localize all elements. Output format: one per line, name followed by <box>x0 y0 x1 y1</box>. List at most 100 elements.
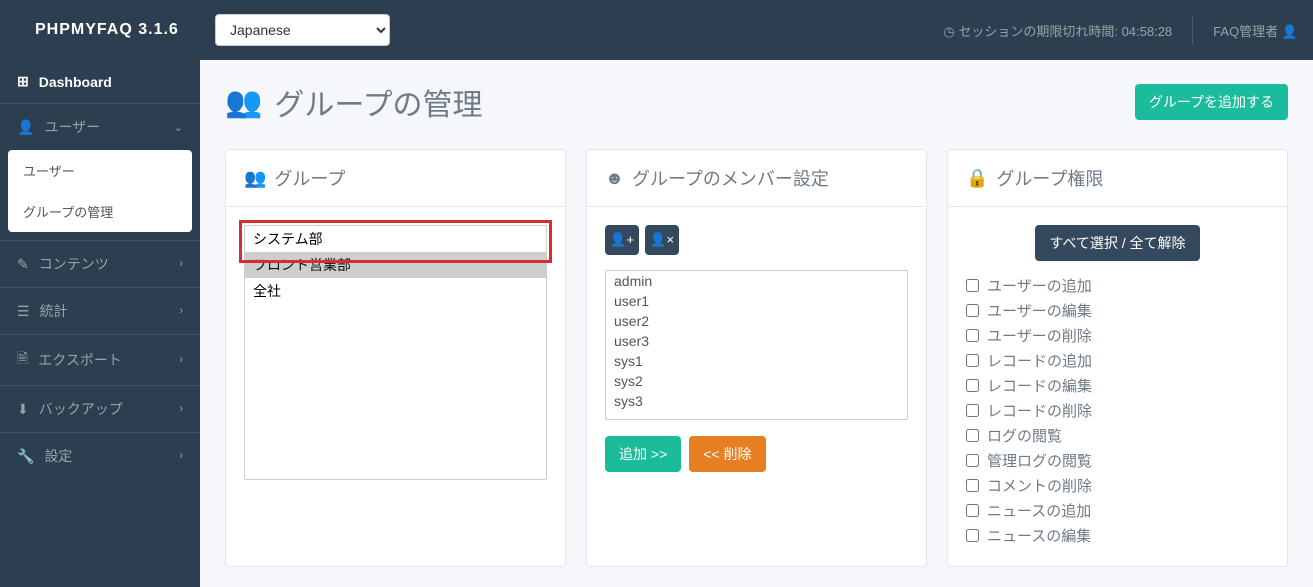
admin-user-link[interactable]: FAQ管理者 👤 <box>1213 21 1298 40</box>
perm-checkbox[interactable] <box>966 329 979 342</box>
sidebar-item-label: バックアップ <box>39 399 123 419</box>
admin-user-label: FAQ管理者 <box>1213 24 1278 39</box>
perm-checkbox[interactable] <box>966 379 979 392</box>
groups-list[interactable]: システム部 フロント営業部 全社 <box>244 225 547 480</box>
perm-label: ユーザーの追加 <box>987 275 1092 296</box>
user-add-button[interactable]: 👤+ <box>605 225 639 255</box>
sidebar-item-label: 設定 <box>44 446 72 466</box>
member-option[interactable]: admin <box>606 271 907 291</box>
page-header: 👥 グループの管理 グループを追加する <box>225 80 1288 124</box>
sidebar-sub-users[interactable]: ユーザー <box>8 150 192 191</box>
brand[interactable]: PHPMYFAQ 3.1.6 <box>15 21 215 39</box>
user-minus-icon: 👤× <box>650 232 674 248</box>
perm-label: ニュースの編集 <box>987 525 1091 546</box>
perm-item[interactable]: ユーザーの編集 <box>966 298 1269 323</box>
group-option[interactable]: システム部 <box>245 226 546 252</box>
clock-icon: ◷ <box>943 24 954 40</box>
topbar-right: ◷ セッションの期限切れ時間: 04:58:28 FAQ管理者 👤 <box>943 16 1298 44</box>
sidebar-item-user[interactable]: 👤 ユーザー ⌄ <box>0 104 200 150</box>
panel-groups: 👥 グループ システム部 フロント営業部 全社 <box>225 149 566 567</box>
page-title: 👥 グループの管理 <box>225 80 483 124</box>
perm-checkbox[interactable] <box>966 304 979 317</box>
perm-label: ユーザーの編集 <box>987 300 1092 321</box>
perm-item[interactable]: レコードの編集 <box>966 373 1269 398</box>
members-list[interactable]: admin user1 user2 user3 sys1 sys2 sys3 <box>605 270 908 420</box>
language-select[interactable]: Japanese <box>215 14 390 46</box>
user-icon: 👤 <box>1282 24 1298 40</box>
member-option[interactable]: sys2 <box>606 371 907 391</box>
perm-item[interactable]: ログの閲覧 <box>966 423 1269 448</box>
add-group-button[interactable]: グループを追加する <box>1135 84 1288 120</box>
perm-item[interactable]: 管理ログの閲覧 <box>966 448 1269 473</box>
panel-header: 👥 グループ <box>226 150 565 207</box>
perm-label: レコードの削除 <box>987 400 1092 421</box>
remove-member-button[interactable]: << 削除 <box>689 436 765 472</box>
perm-item[interactable]: ユーザーの削除 <box>966 323 1269 348</box>
perm-checkbox[interactable] <box>966 454 979 467</box>
stats-icon: ☰ <box>17 303 30 320</box>
panel-title: グループ <box>274 165 345 191</box>
member-actions: 追加 >> << 削除 <box>605 436 908 472</box>
member-icon-buttons: 👤+ 👤× <box>605 225 908 255</box>
sidebar-item-export[interactable]: 🗎 エクスポート › <box>0 335 200 385</box>
edit-icon: ✎ <box>17 256 29 273</box>
wrench-icon: 🔧 <box>17 448 34 465</box>
perm-checkbox[interactable] <box>966 529 979 542</box>
sidebar-sub-groups[interactable]: グループの管理 <box>8 191 192 232</box>
perm-item[interactable]: ユーザーの追加 <box>966 273 1269 298</box>
perm-item[interactable]: コメントの削除 <box>966 473 1269 498</box>
perm-item[interactable]: レコードの追加 <box>966 348 1269 373</box>
page-title-text: グループの管理 <box>274 80 482 124</box>
member-option[interactable]: user1 <box>606 291 907 311</box>
panel-members: ☻ グループのメンバー設定 👤+ 👤× admin user1 <box>586 149 927 567</box>
session-info: ◷ セッションの期限切れ時間: 04:58:28 <box>943 21 1172 40</box>
user-remove-button[interactable]: 👤× <box>645 225 679 255</box>
member-option[interactable]: user3 <box>606 331 907 351</box>
sidebar-item-label: コンテンツ <box>39 254 109 274</box>
group-option[interactable]: 全社 <box>245 278 546 304</box>
panel-title: グループのメンバー設定 <box>632 165 829 191</box>
sidebar-submenu: ユーザー グループの管理 <box>8 150 192 232</box>
perm-item[interactable]: ニュースの編集 <box>966 523 1269 548</box>
main-content: 👥 グループの管理 グループを追加する 👥 グループ システム部 フロント営業部… <box>200 60 1313 587</box>
sidebar-item-dashboard[interactable]: ⊞ Dashboard <box>0 60 200 103</box>
perm-item[interactable]: ニュースの追加 <box>966 498 1269 523</box>
perm-checkbox[interactable] <box>966 354 979 367</box>
sidebar-item-settings[interactable]: 🔧 設定 › <box>0 433 200 479</box>
chevron-right-icon: › <box>179 354 183 366</box>
perm-checkbox[interactable] <box>966 404 979 417</box>
download-icon: ⬇ <box>17 401 29 418</box>
perm-checkbox[interactable] <box>966 429 979 442</box>
perm-item[interactable]: レコードの削除 <box>966 398 1269 423</box>
select-all-button[interactable]: すべて選択 / 全て解除 <box>1035 225 1199 261</box>
panel-header: ☻ グループのメンバー設定 <box>587 150 926 207</box>
panel-row: 👥 グループ システム部 フロント営業部 全社 ☻ グループのメンバー設定 <box>225 149 1288 567</box>
divider <box>1192 16 1193 44</box>
sidebar-item-stats[interactable]: ☰ 統計 › <box>0 288 200 334</box>
member-option[interactable]: user2 <box>606 311 907 331</box>
perm-checkbox[interactable] <box>966 479 979 492</box>
panel-header: 🔒 グループ権限 <box>948 150 1287 207</box>
member-option[interactable]: sys1 <box>606 351 907 371</box>
add-member-button[interactable]: 追加 >> <box>605 436 681 472</box>
dashboard-icon: ⊞ <box>17 73 29 90</box>
file-icon: 🗎 <box>17 348 28 372</box>
group-option[interactable]: フロント営業部 <box>245 252 546 278</box>
sidebar-item-label: 統計 <box>40 301 68 321</box>
perm-checkbox[interactable] <box>966 279 979 292</box>
session-label: セッションの期限切れ時間: <box>958 24 1118 39</box>
perm-checkbox[interactable] <box>966 504 979 517</box>
sidebar-item-contents[interactable]: ✎ コンテンツ › <box>0 241 200 287</box>
topbar: PHPMYFAQ 3.1.6 Japanese ◷ セッションの期限切れ時間: … <box>0 0 1313 60</box>
chevron-right-icon: › <box>179 450 183 462</box>
sidebar-item-label: Dashboard <box>39 74 112 90</box>
sidebar-item-label: エクスポート <box>38 350 122 370</box>
sidebar-item-backup[interactable]: ⬇ バックアップ › <box>0 386 200 432</box>
lock-icon: 🔒 <box>966 168 988 189</box>
perm-label: コメントの削除 <box>987 475 1092 496</box>
member-option[interactable]: sys3 <box>606 391 907 411</box>
session-time: 04:58:28 <box>1122 24 1173 39</box>
user-icon: 👤 <box>17 119 34 136</box>
chevron-right-icon: › <box>179 258 183 270</box>
sidebar: ⊞ Dashboard 👤 ユーザー ⌄ ユーザー グループの管理 ✎ コンテン… <box>0 60 200 587</box>
